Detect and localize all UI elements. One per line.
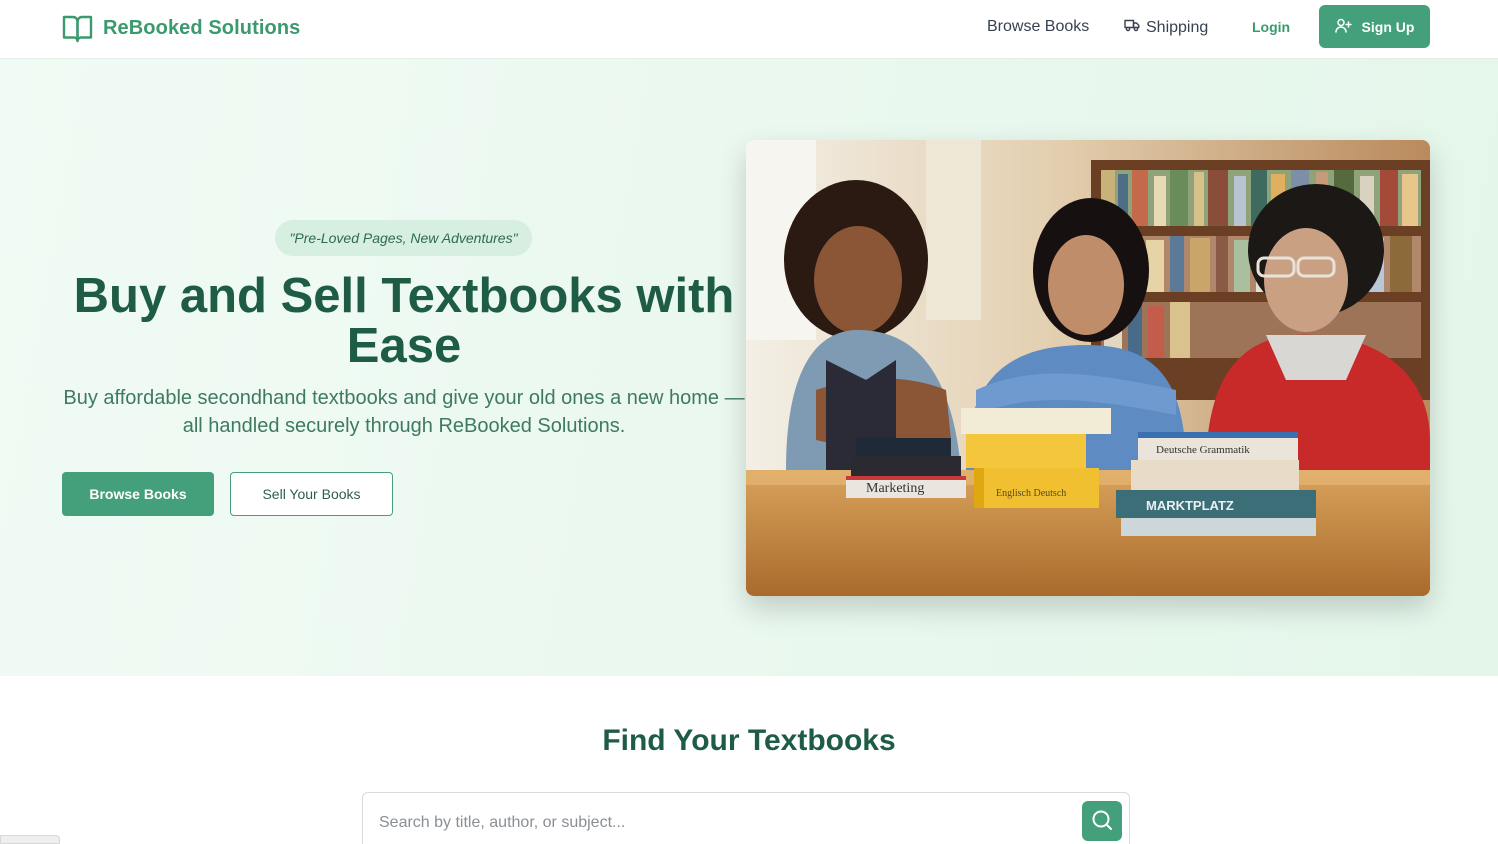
login-link[interactable]: Login — [1252, 19, 1290, 35]
nav-shipping[interactable]: Shipping — [1124, 18, 1208, 37]
textbook-search-bar — [362, 792, 1130, 844]
hero-tagline-badge: "Pre-Loved Pages, New Adventures" — [275, 220, 532, 256]
open-book-icon — [62, 14, 93, 43]
search-input[interactable] — [379, 811, 1059, 835]
find-textbooks-heading: Find Your Textbooks — [602, 724, 896, 757]
brand-logo-link[interactable]: ReBooked Solutions — [62, 12, 300, 44]
book-spine-marketing: Marketing — [866, 481, 924, 496]
nav-browse-books[interactable]: Browse Books — [987, 18, 1089, 36]
search-submit-button[interactable] — [1082, 801, 1122, 841]
truck-icon — [1124, 18, 1140, 37]
hero-browse-books-button[interactable]: Browse Books — [62, 472, 214, 516]
book-stack-left: Marketing — [846, 438, 966, 498]
hero-sell-books-button[interactable]: Sell Your Books — [230, 472, 393, 516]
nav-shipping-label: Shipping — [1146, 18, 1209, 36]
book-spine-englisch-deutsch: Englisch Deutsch — [996, 488, 1066, 499]
brand-name: ReBooked Solutions — [103, 16, 301, 39]
corner-widget-tab[interactable] — [0, 835, 60, 844]
sign-up-button[interactable]: Sign Up — [1319, 5, 1430, 48]
top-navbar: ReBooked Solutions Browse Books Shipping… — [0, 0, 1498, 59]
nav-browse-label: Browse Books — [987, 18, 1090, 35]
hero-photo-students-with-textbooks: Marketing Englisch Deutsch Deutsche Gram… — [746, 140, 1430, 596]
user-plus-icon — [1334, 18, 1352, 36]
hero-section: "Pre-Loved Pages, New Adventures" Buy an… — [0, 59, 1498, 676]
book-spine-marktplatz: MARKTPLATZ — [1146, 498, 1234, 513]
sign-up-label: Sign Up — [1361, 18, 1415, 35]
search-icon — [1091, 809, 1113, 834]
hero-title: Buy and Sell Textbooks with Ease — [73, 269, 735, 373]
book-spine-deutsche-grammatik: Deutsche Grammatik — [1156, 444, 1250, 456]
hero-subtitle: Buy affordable secondhand textbooks and … — [63, 387, 745, 437]
book-stack-right: Deutsche Grammatik MARKTPLATZ — [1116, 432, 1316, 536]
